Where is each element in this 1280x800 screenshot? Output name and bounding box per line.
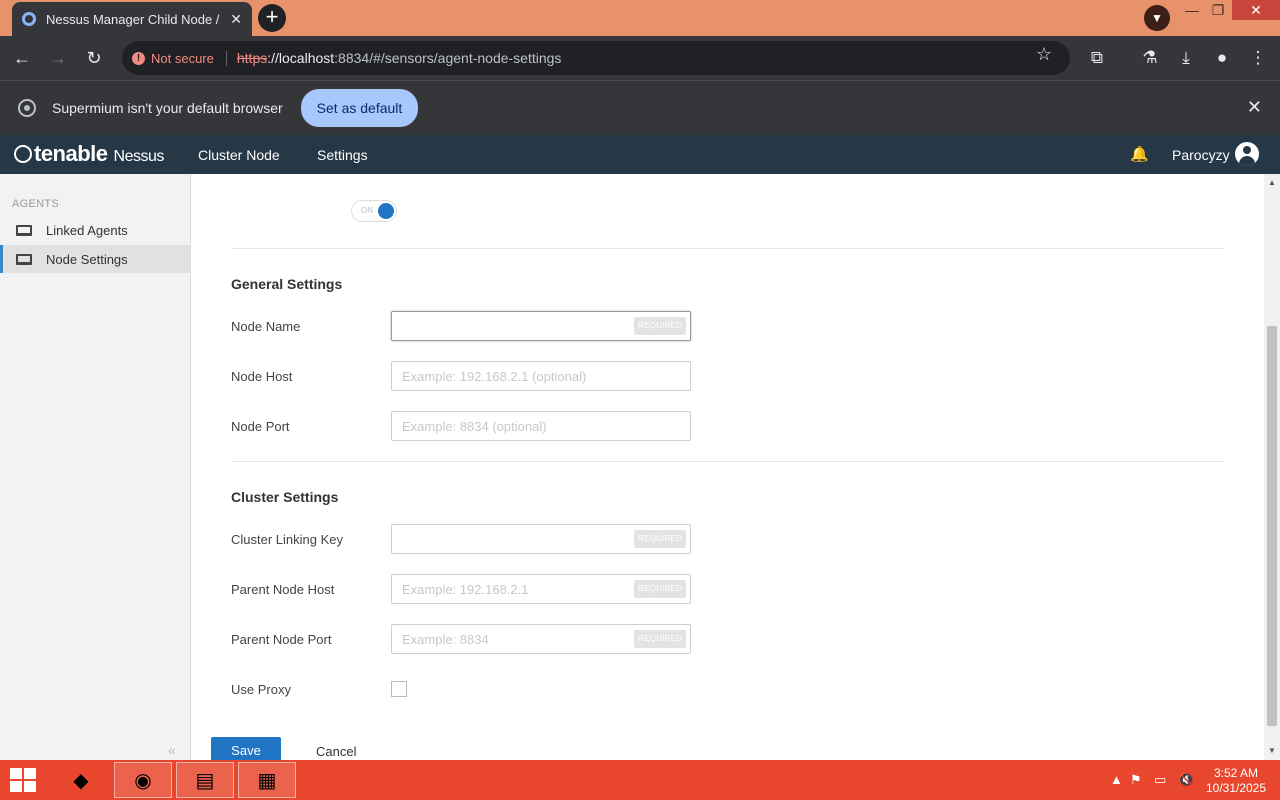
reload-icon[interactable]: ↻ (76, 40, 112, 76)
tenable-ring-icon (14, 145, 32, 163)
toggle-label: ON (361, 206, 373, 215)
sidebar-item-node-settings[interactable]: Node Settings (0, 245, 190, 273)
forward-icon[interactable]: → (40, 40, 76, 76)
parent-node-host-field[interactable]: REQUIRED (391, 574, 691, 604)
cluster-settings-heading: Cluster Settings (231, 489, 339, 505)
browser-logo-icon (18, 99, 36, 117)
use-proxy-label: Use Proxy (231, 682, 291, 697)
control-panel-icon[interactable]: ▦ (238, 762, 296, 798)
node-name-label: Node Name (231, 319, 301, 334)
main-content: ON General Settings Node Name REQUIRED N… (191, 174, 1264, 763)
taskbar-clock[interactable]: 3:52 AM 10/31/2025 (1200, 766, 1272, 796)
windows-start-icon[interactable] (10, 768, 36, 792)
required-badge: REQUIRED (634, 630, 686, 648)
collapse-sidebar-icon[interactable]: « (168, 742, 176, 758)
general-settings-heading: General Settings (231, 276, 343, 292)
tab-favicon-icon (22, 12, 36, 26)
windows-taskbar: ◆ ◉ ▤ ▦ ▲ ⚑ ▭ 🔇 3:52 AM 10/31/2025 (0, 760, 1280, 800)
required-badge: REQUIRED (634, 580, 686, 598)
file-explorer-icon[interactable]: ▤ (176, 762, 234, 798)
scroll-up-icon[interactable]: ▲ (1268, 178, 1276, 187)
laptop-icon (16, 224, 32, 236)
window-close-button[interactable]: ✕ (1232, 0, 1280, 20)
tenable-logo[interactable]: tenable Nessus (14, 141, 164, 167)
nav-cluster-node[interactable]: Cluster Node (198, 147, 280, 163)
nav-settings[interactable]: Settings (317, 147, 368, 163)
laptop-icon (16, 253, 32, 265)
divider (231, 248, 1224, 249)
extensions-icon[interactable]: ⧉ (1085, 46, 1109, 70)
tab-title: Nessus Manager Child Node / P (46, 11, 223, 27)
clock-time: 3:52 AM (1213, 766, 1259, 780)
labs-flask-icon[interactable]: ⚗ (1138, 46, 1162, 70)
action-center-flag-icon[interactable]: ⚑ (1130, 772, 1142, 788)
username[interactable]: Parocyzy (1172, 147, 1230, 163)
security-indicator[interactable]: ! Not secure (132, 50, 227, 66)
tray-expand-icon[interactable]: ▲ (1110, 772, 1123, 787)
browser-tab[interactable]: Nessus Manager Child Node / P ✕ (12, 2, 252, 36)
security-label: Not secure (151, 50, 214, 66)
parent-node-host-label: Parent Node Host (231, 582, 335, 597)
notifications-bell-icon[interactable]: 🔔 (1130, 145, 1149, 163)
address-bar[interactable]: ! Not secure https://localhost:8834/#/se… (122, 41, 1070, 75)
new-tab-button[interactable]: + (258, 4, 286, 32)
node-host-field[interactable] (391, 361, 691, 391)
user-avatar-icon[interactable] (1235, 142, 1259, 166)
node-port-label: Node Port (231, 419, 290, 434)
back-icon[interactable]: ← (4, 40, 40, 76)
set-default-button[interactable]: Set as default (300, 89, 419, 127)
node-port-input[interactable] (392, 412, 690, 440)
clock-date: 10/31/2025 (1205, 781, 1267, 795)
required-badge: REQUIRED (634, 317, 686, 335)
divider (231, 461, 1224, 462)
required-badge: REQUIRED (634, 530, 686, 548)
infobar-close-icon[interactable]: ✕ (1247, 97, 1262, 118)
infobar-message: Supermium isn't your default browser (52, 100, 283, 116)
volume-muted-icon[interactable]: 🔇 (1178, 772, 1194, 788)
node-port-field[interactable] (391, 411, 691, 441)
network-icon[interactable]: ▭ (1154, 772, 1166, 788)
menu-kebab-icon[interactable]: ⋮ (1246, 46, 1270, 70)
cluster-linking-key-label: Cluster Linking Key (231, 532, 343, 547)
default-browser-infobar: Supermium isn't your default browser Set… (0, 80, 1280, 135)
node-host-input[interactable] (392, 362, 690, 390)
sidebar-item-linked-agents[interactable]: Linked Agents (0, 216, 190, 244)
cluster-linking-key-field[interactable]: REQUIRED (391, 524, 691, 554)
scroll-down-icon[interactable]: ▼ (1268, 746, 1276, 755)
scrollbar-thumb[interactable] (1267, 326, 1277, 726)
browser-taskbar-icon[interactable]: ◉ (114, 762, 172, 798)
enable-toggle[interactable]: ON (351, 200, 397, 222)
url-text[interactable]: https://localhost:8834/#/sensors/agent-n… (237, 50, 562, 66)
app-header: tenable Nessus Cluster Node Settings 🔔 P… (0, 135, 1280, 174)
toggle-knob (378, 203, 394, 219)
page-scrollbar[interactable]: ▲ ▼ (1264, 174, 1280, 760)
sidebar-heading: AGENTS (12, 198, 60, 210)
profile-icon[interactable]: ● (1210, 46, 1234, 70)
tab-search-button[interactable]: ▼ (1144, 5, 1170, 31)
app-launcher-icon[interactable]: ◆ (52, 762, 110, 798)
node-host-label: Node Host (231, 369, 293, 384)
bookmark-star-icon[interactable]: ☆ (1036, 44, 1052, 65)
warning-icon: ! (132, 51, 145, 65)
parent-node-port-field[interactable]: REQUIRED (391, 624, 691, 654)
cancel-button[interactable]: Cancel (316, 744, 356, 759)
use-proxy-checkbox[interactable] (391, 681, 407, 697)
downloads-icon[interactable]: ⤓ (1174, 46, 1198, 70)
browser-titlebar: Nessus Manager Child Node / P ✕ + ▼ — ❐ … (0, 0, 1280, 36)
parent-node-port-label: Parent Node Port (231, 632, 332, 647)
tab-close-icon[interactable]: ✕ (230, 11, 242, 28)
node-name-field[interactable]: REQUIRED (391, 311, 691, 341)
sidebar: AGENTS Linked Agents Node Settings « (0, 174, 191, 760)
